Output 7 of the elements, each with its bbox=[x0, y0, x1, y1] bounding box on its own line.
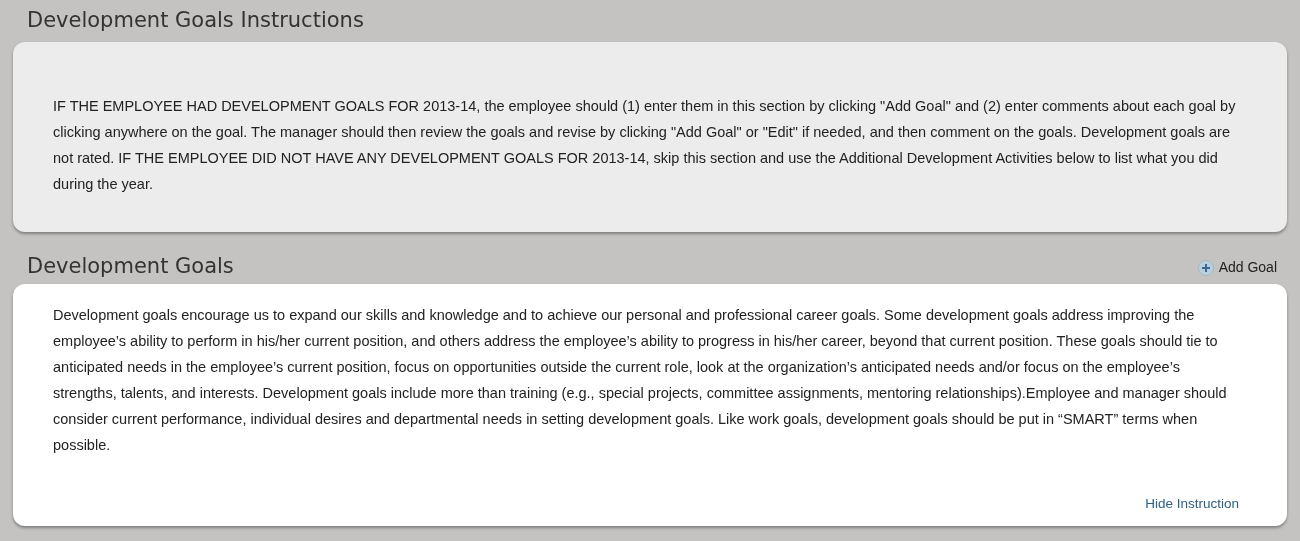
add-goal-button[interactable]: Add Goal bbox=[1197, 257, 1277, 278]
goals-description: Development goals encourage us to expand our skills and knowledge and to achieve our personal and professional career goals. Some development goals address improving the employee’s ability to perform in his/her current position, and others address the employee’s ability to progress in his/her career, beyond that current position. These goals should tie to anticipated needs in the employee’s current position, focus on opportunities outside the current role, look at the organization’s anticipated needs and/or focus on the employee’s strengths, talents, and interests. Development goals include more than training (e.g., special projects, committee assignments, mentoring relationships).Employee and manager should consider current performance, individual desires and departmental needs in setting development goals. Like work goals, development goals should be put in “SMART” terms when possible. bbox=[53, 306, 1228, 455]
plus-icon bbox=[1197, 259, 1214, 276]
hide-instruction-link[interactable]: Hide Instruction bbox=[1145, 493, 1239, 514]
instructions-text: IF THE EMPLOYEE HAD DEVELOPMENT GOALS FOR 2013-14, the employee should (1) enter them in this section by clicking "Add Goal" and (2) enter comments about each goal by clicking anywhere on the goal. The manager should then review the goals and revise by clicking "Add Goal" or "Edit" if needed, and then comment on the goals. Development goals are not rated. IF THE EMPLOYEE DID NOT HAVE ANY DEVELOPMENT GOALS FOR 2013-14, skip this section and use the Additional Development Activities below to list what you did during the year. bbox=[53, 97, 1237, 194]
section-title: Development Goals Instructions bbox=[27, 7, 365, 34]
section-title: Development Goals bbox=[27, 253, 234, 280]
